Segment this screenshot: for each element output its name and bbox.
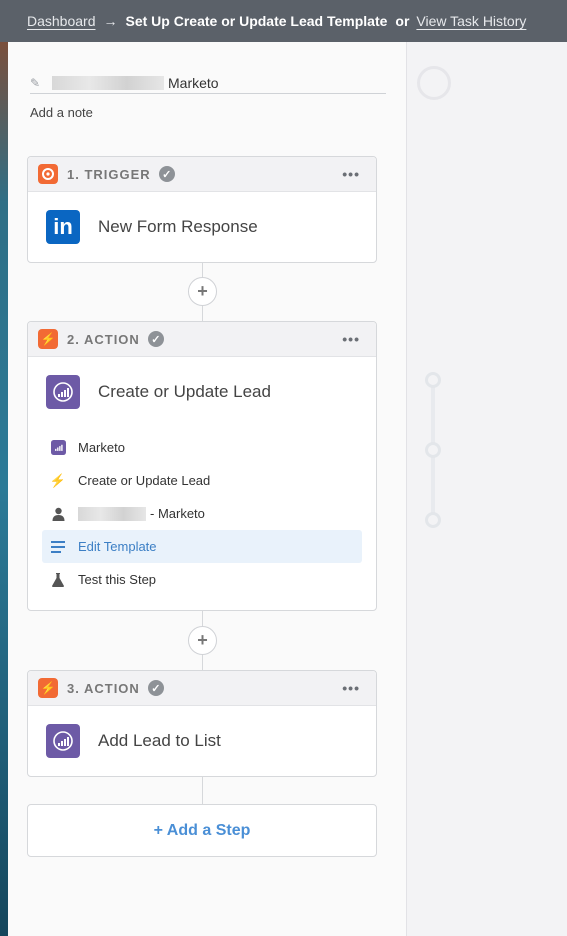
step-app-title: Create or Update Lead [98, 382, 271, 401]
marketo-icon [46, 375, 80, 409]
connector-line [202, 776, 203, 804]
redacted-account [78, 506, 146, 521]
add-step-between-button[interactable]: + [188, 277, 217, 306]
step-header[interactable]: ⚡ 3. ACTION ✓ ••• [28, 671, 376, 706]
detail-edit-template[interactable]: Edit Template [42, 530, 362, 563]
breadcrumb-current-page: Set Up Create or Update Lead Template [125, 13, 388, 29]
detail-label: Edit Template [78, 539, 157, 554]
step-details-list: Marketo ⚡ Create or Update Lead - Market… [28, 427, 376, 610]
step-app-title: Add Lead to List [98, 731, 221, 750]
step-app-row[interactable]: Create or Update Lead [28, 357, 376, 427]
add-a-step-button[interactable]: + Add a Step [27, 804, 377, 857]
check-icon: ✓ [147, 680, 164, 696]
timeline-dot [425, 512, 441, 528]
lightning-icon: ⚡ [49, 472, 67, 488]
placeholder-circle [417, 66, 451, 100]
background-strip [0, 42, 8, 936]
zap-name-suffix: Marketo [168, 74, 219, 91]
lightning-icon: ⚡ [38, 329, 58, 349]
trigger-target-icon [38, 164, 58, 184]
step-app-row[interactable]: Add Lead to List [28, 706, 376, 776]
detail-label: Test this Step [78, 572, 157, 587]
breadcrumb-arrow-icon: → [103, 13, 118, 29]
list-icon [50, 539, 66, 555]
detail-action[interactable]: ⚡ Create or Update Lead [42, 464, 362, 497]
add-note-link[interactable]: Add a note [30, 105, 93, 120]
breadcrumb-dashboard-link[interactable]: Dashboard [27, 13, 96, 29]
detail-label: - Marketo [150, 506, 205, 521]
more-options-icon[interactable]: ••• [342, 166, 360, 182]
add-step-between-button[interactable]: + [188, 626, 217, 655]
flask-icon [50, 572, 66, 588]
lightning-icon: ⚡ [38, 678, 58, 698]
marketo-icon [50, 440, 66, 456]
zap-name-field[interactable]: ✎ Marketo [30, 72, 386, 94]
breadcrumb-or-text: or [395, 13, 410, 29]
step-app-row[interactable]: in New Form Response [28, 192, 376, 262]
step-header[interactable]: 1. TRIGGER ✓ ••• [28, 157, 376, 192]
check-icon: ✓ [147, 331, 164, 347]
more-options-icon[interactable]: ••• [342, 331, 360, 347]
more-options-icon[interactable]: ••• [342, 680, 360, 696]
step-card-action-3: ⚡ 3. ACTION ✓ ••• Add Lead to List [27, 670, 377, 777]
detail-test-step[interactable]: Test this Step [42, 563, 362, 596]
step-card-trigger: 1. TRIGGER ✓ ••• in New Form Response [27, 156, 377, 263]
timeline-dot [425, 442, 441, 458]
view-task-history-link[interactable]: View Task History [416, 13, 526, 29]
step-header[interactable]: ⚡ 2. ACTION ✓ ••• [28, 322, 376, 357]
breadcrumb: Dashboard → Set Up Create or Update Lead… [0, 0, 567, 42]
detail-account[interactable]: - Marketo [42, 497, 362, 530]
linkedin-icon: in [46, 210, 80, 244]
step-app-title: New Form Response [98, 217, 258, 236]
redacted-name [52, 75, 164, 90]
right-panel [406, 42, 567, 936]
timeline-dot [425, 372, 441, 388]
step-card-action-2: ⚡ 2. ACTION ✓ ••• Create or Update Lead … [27, 321, 377, 611]
zap-editor-column: ✎ Marketo Add a note 1. TRIGGER ✓ ••• in… [8, 42, 406, 936]
pencil-icon: ✎ [30, 75, 41, 90]
step-header-label: 1. TRIGGER [67, 166, 151, 182]
detail-label: Marketo [78, 440, 125, 455]
marketo-icon [46, 724, 80, 758]
step-header-label: 2. ACTION [67, 331, 140, 347]
check-icon: ✓ [158, 166, 175, 182]
step-header-label: 3. ACTION [67, 680, 140, 696]
person-icon [50, 506, 66, 522]
detail-app[interactable]: Marketo [42, 431, 362, 464]
detail-label: Create or Update Lead [78, 473, 211, 488]
